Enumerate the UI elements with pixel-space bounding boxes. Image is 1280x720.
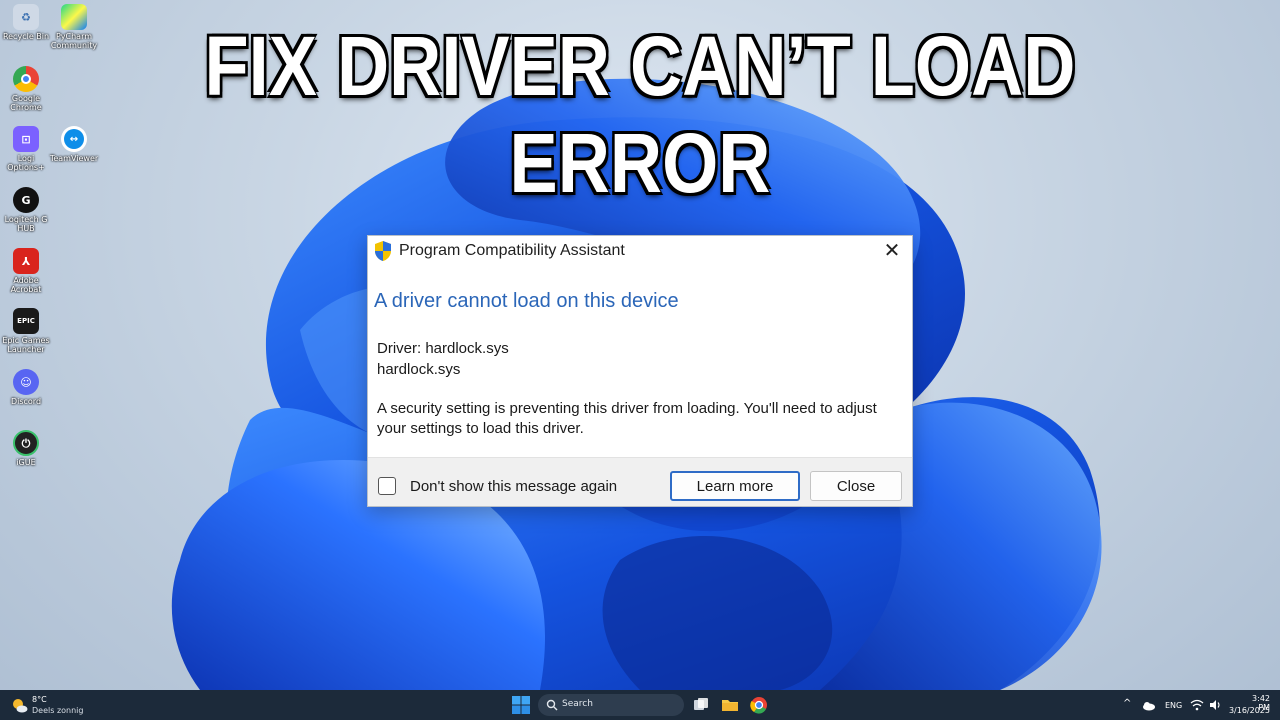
acrobat-icon: ⅄ — [13, 248, 39, 274]
video-headline: FIX DRIVER CAN’T LOAD ERROR — [204, 19, 1076, 210]
desktop-icon-logi-options[interactable]: ⊡ Logi Options+ — [0, 126, 52, 172]
language-indicator[interactable]: ENG — [1165, 701, 1182, 720]
driver-file: hardlock.sys — [377, 361, 461, 378]
search-placeholder: Search — [562, 699, 593, 709]
teamviewer-icon: ↔ — [61, 126, 87, 152]
search-icon — [546, 699, 558, 711]
logi-options-icon: ⊡ — [13, 126, 39, 152]
clock-date[interactable]: 3/16/2025 — [1228, 706, 1270, 715]
chrome-icon — [13, 66, 39, 92]
windows-start-icon[interactable] — [511, 695, 531, 715]
desktop-icon-igue[interactable]: ⏻ iGUE — [0, 430, 52, 467]
dont-show-again-checkbox[interactable] — [378, 477, 396, 495]
weather-temp: 8°C — [32, 695, 47, 704]
logitech-ghub-icon: G — [13, 187, 39, 213]
desktop-icon-epic-games[interactable]: EPIC Epic Games Launcher — [0, 308, 52, 354]
driver-line: Driver: hardlock.sys — [377, 340, 509, 357]
onedrive-cloud-icon[interactable] — [1140, 697, 1156, 713]
dialog-heading: A driver cannot load on this device — [374, 290, 679, 312]
taskbar-search[interactable]: Search — [538, 694, 684, 716]
learn-more-button[interactable]: Learn more — [670, 471, 800, 501]
desktop-icon-recycle-bin[interactable]: ♻ Recycle Bin — [0, 4, 52, 41]
compatibility-dialog: Program Compatibility Assistant ✕ A driv… — [367, 235, 913, 507]
discord-icon: ☺ — [13, 369, 39, 395]
dialog-titlebar[interactable]: Program Compatibility Assistant ✕ — [368, 236, 912, 266]
taskbar: 8°C Deels zonnig Search ^ ENG 3:42 PM 3/… — [0, 690, 1280, 720]
close-button[interactable]: Close — [810, 471, 902, 501]
desktop-icon-acrobat[interactable]: ⅄ Adobe Acrobat — [0, 248, 52, 294]
dialog-title: Program Compatibility Assistant — [399, 242, 625, 259]
recycle-bin-icon: ♻ — [13, 4, 39, 30]
wifi-icon[interactable] — [1190, 698, 1204, 712]
desktop-icon-chrome[interactable]: Google Chrome — [0, 66, 52, 112]
epic-games-icon: EPIC — [13, 308, 39, 334]
task-view-icon[interactable] — [691, 695, 711, 715]
pycharm-icon — [61, 4, 87, 30]
weather-desc: Deels zonnig — [32, 706, 84, 715]
file-explorer-icon[interactable] — [720, 695, 740, 715]
chrome-taskbar-icon[interactable] — [749, 695, 769, 715]
partly-sunny-icon — [13, 699, 28, 713]
volume-icon[interactable] — [1208, 698, 1222, 712]
dialog-message: A security setting is preventing this dr… — [377, 400, 877, 437]
tray-overflow-chevron[interactable]: ^ — [1123, 698, 1131, 720]
dont-show-again-label[interactable]: Don't show this message again — [410, 478, 617, 495]
close-icon[interactable]: ✕ — [880, 239, 904, 263]
igue-icon: ⏻ — [13, 430, 39, 456]
desktop-icon-logitech-ghub[interactable]: G Logitech G HUB — [0, 187, 52, 233]
dialog-footer: Don't show this message again Learn more… — [368, 457, 912, 506]
desktop-icon-discord[interactable]: ☺ Discord — [0, 369, 52, 406]
shield-icon — [375, 241, 391, 261]
